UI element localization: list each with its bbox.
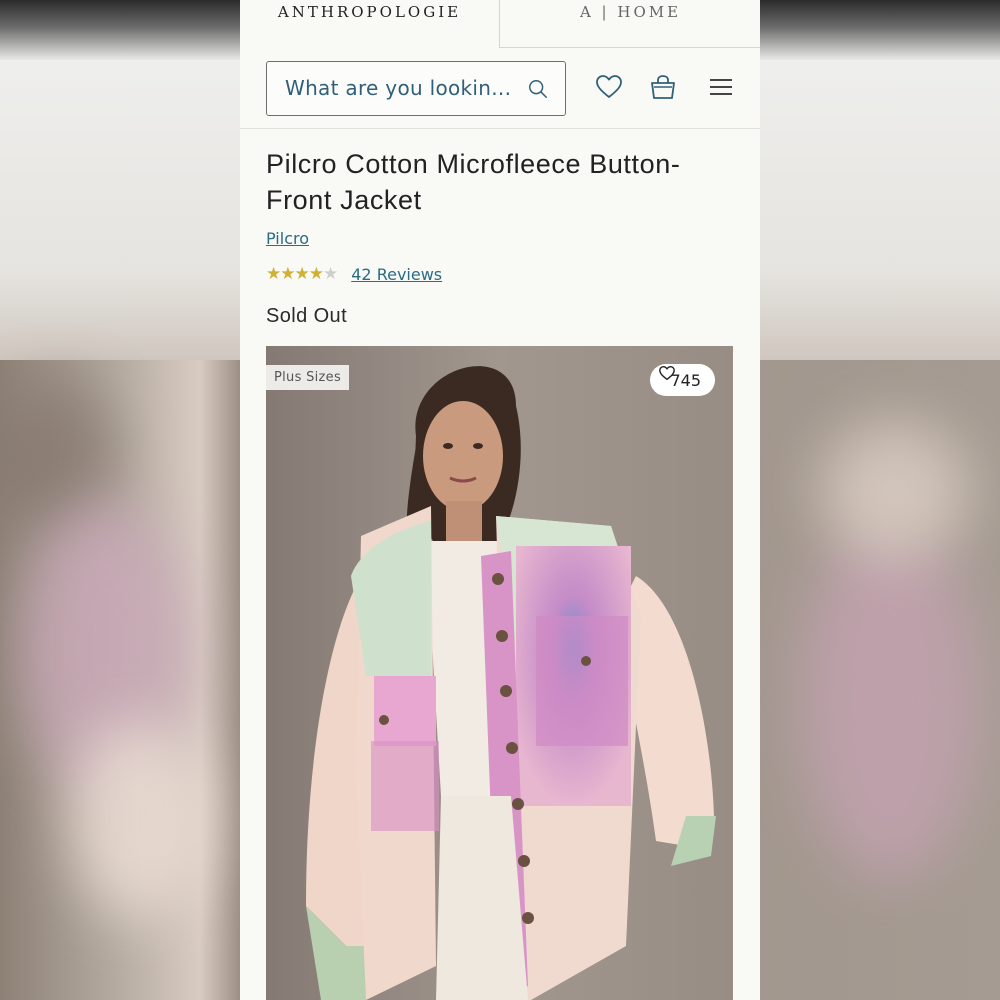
rating-row: ★★★★★ 42 Reviews <box>266 264 442 284</box>
star-icon: ★ <box>266 264 281 284</box>
hamburger-menu-icon[interactable] <box>706 72 736 102</box>
star-icon: ★ <box>308 264 324 284</box>
model-illustration <box>266 346 733 1000</box>
backdrop-blob <box>70 720 210 920</box>
top-nav: ANTHROPOLOGIE A | HOME <box>240 0 760 48</box>
heart-outline-icon <box>659 365 676 381</box>
heart-icon[interactable] <box>594 72 624 102</box>
product-title: Pilcro Cotton Microfleece Button-Front J… <box>266 149 681 215</box>
like-count-button[interactable]: 745 <box>650 364 715 396</box>
brand-link[interactable]: Pilcro <box>266 229 309 248</box>
backdrop-blob <box>800 520 980 880</box>
anthropologie-tab[interactable]: ANTHROPOLOGIE <box>240 0 499 48</box>
availability-status: Sold Out <box>266 305 348 327</box>
brand-logo-text: ANTHROPOLOGIE <box>277 3 462 21</box>
search-row: What are you lookin... <box>240 48 760 129</box>
star-rating[interactable]: ★★★★★ <box>266 264 338 284</box>
search-input[interactable]: What are you lookin... <box>266 61 566 116</box>
product-page: ANTHROPOLOGIE A | HOME What are you look… <box>240 0 760 1000</box>
reviews-link[interactable]: 42 Reviews <box>351 265 442 284</box>
product-image[interactable]: Plus Sizes 745 <box>266 346 733 1000</box>
backdrop-blob <box>820 420 970 560</box>
search-icon[interactable] <box>527 78 549 100</box>
search-placeholder: What are you lookin... <box>285 76 512 100</box>
plus-sizes-badge: Plus Sizes <box>266 365 350 390</box>
star-icon: ★ <box>323 264 338 284</box>
home-tab[interactable]: A | HOME <box>499 0 760 48</box>
star-icon: ★ <box>294 264 310 284</box>
star-icon: ★ <box>280 264 295 284</box>
shopping-bag-icon[interactable] <box>648 72 678 102</box>
home-tab-label: A | HOME <box>579 2 682 21</box>
